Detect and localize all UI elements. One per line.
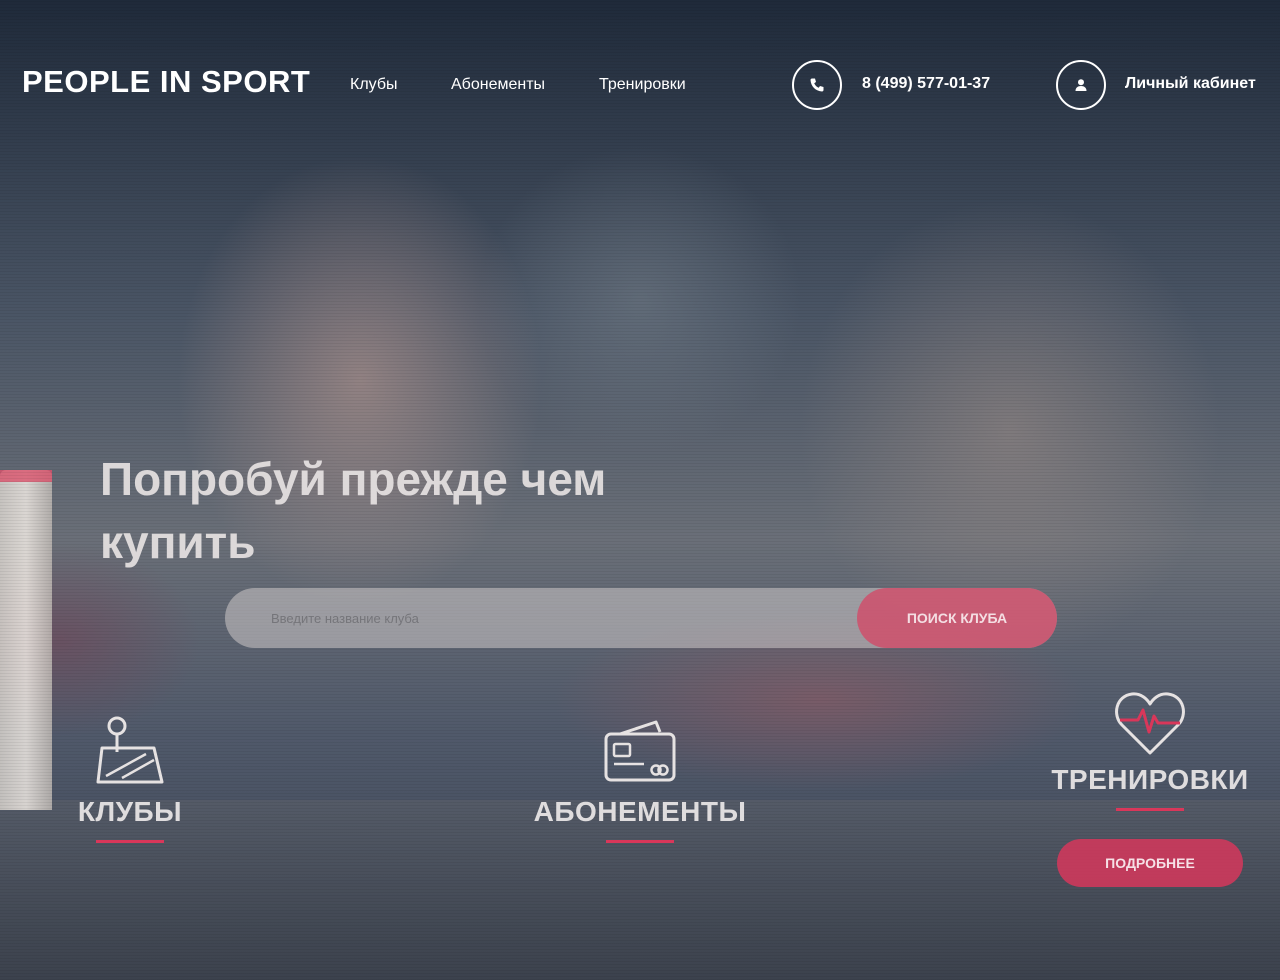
club-search-input[interactable]: [271, 588, 831, 648]
water-bottle: [0, 470, 52, 810]
phone-number[interactable]: 8 (499) 577-01-37: [862, 75, 990, 93]
heart-pulse-icon: [1115, 692, 1185, 755]
club-search: ПОИСК КЛУБА: [225, 588, 1057, 648]
map-pin-icon: [96, 716, 164, 784]
user-icon[interactable]: [1056, 60, 1106, 110]
water-bottle-cap: [0, 470, 52, 482]
search-club-button[interactable]: ПОИСК КЛУБА: [857, 588, 1057, 648]
card-icon: [604, 720, 676, 782]
feature-clubs-title: КЛУБЫ: [77, 796, 183, 827]
hero-headline: Попробуй прежде чем купить: [100, 453, 607, 568]
phone-icon[interactable]: [792, 60, 842, 110]
feature-clubs[interactable]: КЛУБЫ: [60, 716, 200, 843]
more-details-button[interactable]: ПОДРОБНЕЕ: [1057, 839, 1243, 887]
feature-trainings[interactable]: ТРЕНИРОВКИ: [1030, 690, 1270, 811]
feature-memberships[interactable]: АБОНЕМЕНТЫ: [520, 720, 760, 843]
site-header: PEOPLE IN SPORT Клубы Абонементы Трениро…: [0, 0, 1280, 170]
feature-trainings-underline: [1116, 808, 1184, 811]
personal-account-link[interactable]: Личный кабинет: [1125, 75, 1256, 93]
feature-memberships-underline: [606, 840, 674, 843]
nav-item-clubs[interactable]: Клубы: [350, 76, 398, 94]
feature-trainings-title: ТРЕНИРОВКИ: [1051, 764, 1249, 795]
feature-clubs-underline: [96, 840, 164, 843]
nav-item-memberships[interactable]: Абонементы: [451, 76, 545, 94]
nav-item-trainings[interactable]: Тренировки: [599, 76, 686, 94]
feature-memberships-title: АБОНЕМЕНТЫ: [533, 796, 747, 827]
logo[interactable]: PEOPLE IN SPORT: [22, 64, 310, 100]
